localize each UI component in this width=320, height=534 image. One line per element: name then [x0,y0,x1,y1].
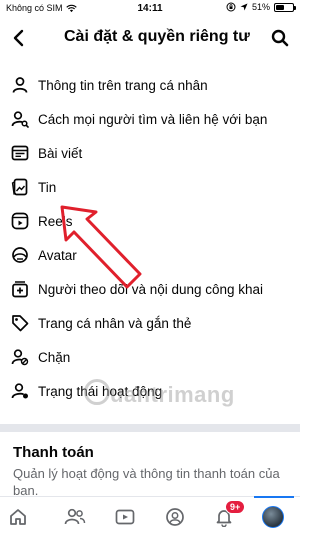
status-right-group: 51% [226,2,296,12]
profile-icon [166,508,184,526]
avatar [262,506,284,528]
home-icon [10,509,26,525]
menu-item-label: Chặn [38,349,71,365]
payment-section[interactable]: Thanh toán Quản lý hoạt động và thông ti… [13,444,293,499]
menu-item-profile-tagging[interactable]: Trang cá nhân và gắn thẻ [0,306,300,340]
reels-icon [11,212,29,230]
video-icon [115,509,135,525]
location-icon [240,3,248,11]
tag-icon [11,314,29,332]
menu-item-followers[interactable]: Người theo dõi và nội dung công khai [0,272,300,306]
header: Cài đặt & quyền riêng tư [0,20,300,56]
payment-title: Thanh toán [13,444,94,461]
bottom-tab-bar [0,496,300,534]
active-tab-indicator [254,496,294,498]
battery-percent: 51% [251,2,270,12]
followers-icon [11,280,29,298]
posts-icon [11,144,29,162]
battery-icon [274,2,296,12]
menu-item-find-contact[interactable]: Cách mọi người tìm và liên hệ với bạn [0,102,300,136]
watermark-logo-icon [84,379,110,405]
menu-item-reels[interactable]: Reels [0,204,300,238]
payment-description: Quản lý hoạt động và thông tin thanh toá… [13,466,280,498]
status-bar: Không có SIM 14:11 51% [0,0,300,18]
menu-item-label: Người theo dõi và nội dung công khai [38,281,264,297]
tab-friends[interactable] [63,505,87,529]
menu-item-profile-info[interactable]: Thông tin trên trang cá nhân [0,68,300,102]
menu-item-label: Trang cá nhân và gắn thẻ [38,315,192,331]
tab-menu[interactable] [261,505,285,529]
notification-badge: 9+ [225,500,246,514]
find-contact-icon [11,110,29,128]
tab-home[interactable] [6,505,30,529]
section-divider [0,424,300,432]
menu-item-block[interactable]: Chặn [0,340,300,374]
search-icon [271,29,289,47]
profile-info-icon [11,76,29,94]
activity-status-icon [11,382,29,400]
tab-profile[interactable] [163,505,187,529]
menu-item-label: Cách mọi người tìm và liên hệ với bạn [38,111,268,127]
chevron-left-icon [13,29,24,47]
block-icon [11,348,29,366]
search-button[interactable] [268,26,292,50]
avatar-icon [11,246,29,264]
menu-item-label: Thông tin trên trang cá nhân [38,77,208,93]
page-title: Cài đặt & quyền riêng tư [64,28,250,45]
stories-icon [11,178,29,196]
menu-item-posts[interactable]: Bài viết [0,136,300,170]
friends-icon [64,508,86,525]
menu-item-label: Tin [38,179,57,195]
menu-item-avatar[interactable]: Avatar [0,238,300,272]
menu-item-label: Reels [38,213,73,229]
menu-item-stories[interactable]: Tin [0,170,300,204]
watermark: uantrimang [110,382,235,407]
menu-item-label: Bài viết [38,145,83,161]
menu-item-label: Avatar [38,247,77,263]
orientation-lock-icon [226,2,236,12]
back-button[interactable] [6,26,30,50]
tab-video[interactable] [113,505,137,529]
